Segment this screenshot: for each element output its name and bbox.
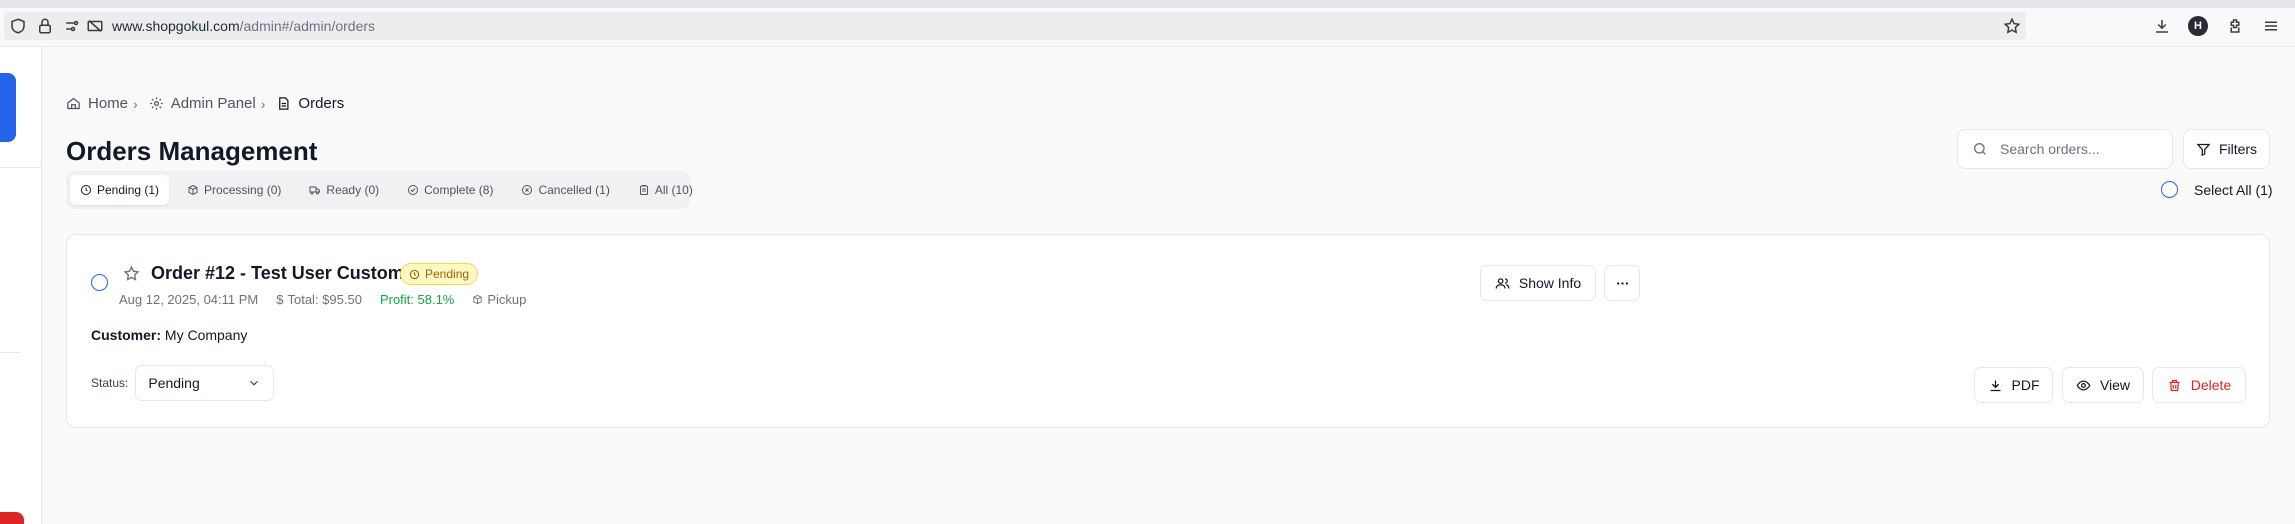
pdf-button[interactable]: PDF: [1974, 367, 2053, 403]
clock-icon: [81, 185, 91, 195]
order-status-tabs: Pending (1) Processing (0) Ready (0) Com…: [66, 171, 693, 209]
profile-avatar[interactable]: H: [2188, 16, 2208, 36]
users-icon: [1495, 277, 1510, 289]
eye-icon: [2076, 379, 2091, 391]
package-icon: [188, 184, 198, 196]
delete-button[interactable]: Delete: [2152, 367, 2246, 403]
sidebar-active-item[interactable]: [0, 73, 16, 142]
url-host: www.shopgokul.com: [112, 18, 240, 34]
sidebar-logout-button[interactable]: [0, 512, 24, 524]
star-icon[interactable]: [123, 265, 140, 282]
tab-cancelled[interactable]: Cancelled (1): [511, 175, 619, 205]
status-badge-label: Pending: [425, 267, 470, 281]
browser-tab-strip: [0, 0, 2295, 8]
search-orders: [1957, 129, 2173, 169]
tab-all[interactable]: All (10): [628, 175, 703, 205]
package-icon: [473, 294, 482, 305]
filters-button[interactable]: Filters: [2183, 129, 2270, 169]
tab-label: Processing (0): [204, 183, 282, 197]
status-select-value: Pending: [148, 375, 200, 391]
chevron-right-icon: ›: [260, 95, 266, 112]
order-profit: Profit: 58.1%: [379, 292, 455, 307]
order-fulfillment: Pickup: [472, 292, 526, 307]
sidebar-divider: [0, 352, 20, 353]
customer-line: Customer: My Company: [91, 327, 247, 343]
tracking-protection-icon[interactable]: [84, 15, 106, 37]
filters-label: Filters: [2218, 141, 2258, 157]
tab-processing[interactable]: Processing (0): [177, 175, 291, 205]
status-badge: Pending: [400, 263, 479, 285]
truck-icon: [309, 186, 321, 195]
view-button[interactable]: View: [2062, 367, 2144, 403]
sidebar: [0, 47, 42, 524]
order-meta: Aug 12, 2025, 04:11 PM $ Total: $95.50 P…: [119, 292, 544, 307]
shield-icon[interactable]: [7, 15, 29, 37]
search-input[interactable]: [2000, 141, 2160, 157]
dollar-icon: $: [276, 292, 284, 307]
order-total: $ Total: $95.50: [276, 292, 362, 307]
breadcrumb: Home › Admin Panel › Orders: [66, 95, 344, 112]
breadcrumb-current: Orders: [276, 95, 344, 112]
url-text[interactable]: www.shopgokul.com/admin#/admin/orders: [112, 18, 375, 34]
breadcrumb-home-label: Home: [88, 95, 129, 112]
sidebar-divider: [0, 167, 42, 168]
permissions-icon[interactable]: [62, 15, 84, 37]
order-title: Order #12 - Test User Customer: [151, 263, 421, 283]
breadcrumb-admin-panel[interactable]: Admin Panel: [149, 95, 256, 112]
lock-icon[interactable]: [34, 15, 56, 37]
extensions-icon[interactable]: [2224, 15, 2246, 37]
trash-icon: [2169, 379, 2180, 391]
breadcrumb-admin-label: Admin Panel: [170, 95, 256, 112]
more-horizontal-icon: [1616, 281, 1628, 285]
filter-icon: [2196, 143, 2211, 156]
show-info-button[interactable]: Show Info: [1480, 265, 1596, 301]
pdf-label: PDF: [2011, 377, 2040, 393]
tab-label: Complete (8): [424, 183, 494, 197]
check-circle-icon: [408, 185, 419, 195]
order-select-checkbox[interactable]: [91, 274, 108, 291]
more-options-button[interactable]: [1604, 265, 1640, 301]
customer-value: My Company: [164, 327, 248, 343]
customer-label: Customer:: [91, 327, 162, 343]
breadcrumb-home[interactable]: Home: [66, 95, 128, 112]
tab-label: Pending (1): [97, 183, 160, 197]
view-label: View: [2099, 377, 2131, 393]
gear-icon: [149, 97, 163, 110]
select-all[interactable]: Select All (1): [2161, 181, 2273, 198]
home-icon: [67, 97, 80, 110]
chevron-down-icon: [250, 380, 259, 386]
status-row: Status: Pending: [91, 365, 275, 401]
tab-pending[interactable]: Pending (1): [70, 175, 170, 205]
select-all-label: Select All (1): [2194, 181, 2273, 198]
tab-label: All (10): [654, 183, 693, 197]
order-date: Aug 12, 2025, 04:11 PM: [119, 292, 259, 307]
x-circle-icon: [522, 185, 533, 195]
chevron-right-icon: ›: [133, 95, 138, 112]
download-icon[interactable]: [2151, 15, 2173, 37]
download-icon: [1990, 380, 2000, 391]
browser-toolbar: www.shopgokul.com/admin#/admin/orders H: [0, 0, 2295, 47]
status-select[interactable]: Pending: [135, 365, 275, 401]
tab-label: Cancelled (1): [538, 183, 610, 197]
clock-icon: [409, 269, 420, 279]
document-icon: [279, 97, 289, 110]
page-title: Orders Management: [66, 136, 318, 166]
delete-label: Delete: [2190, 377, 2232, 393]
url-path: /admin#/admin/orders: [239, 18, 376, 34]
bookmark-star-icon[interactable]: [2001, 15, 2023, 37]
tab-complete[interactable]: Complete (8): [397, 175, 503, 205]
order-total-text: Total: $95.50: [287, 292, 362, 307]
status-label: Status:: [91, 376, 129, 390]
select-all-checkbox[interactable]: [2161, 181, 2178, 198]
tab-ready[interactable]: Ready (0): [299, 175, 389, 205]
clipboard-icon: [639, 185, 648, 195]
menu-icon[interactable]: [2260, 15, 2282, 37]
breadcrumb-current-label: Orders: [298, 95, 345, 112]
order-card: Order #12 - Test User Customer Pending A…: [66, 234, 2270, 428]
order-fulfillment-text: Pickup: [487, 292, 527, 307]
search-icon: [1974, 143, 1986, 155]
tab-label: Ready (0): [326, 183, 380, 197]
show-info-label: Show Info: [1518, 275, 1582, 291]
